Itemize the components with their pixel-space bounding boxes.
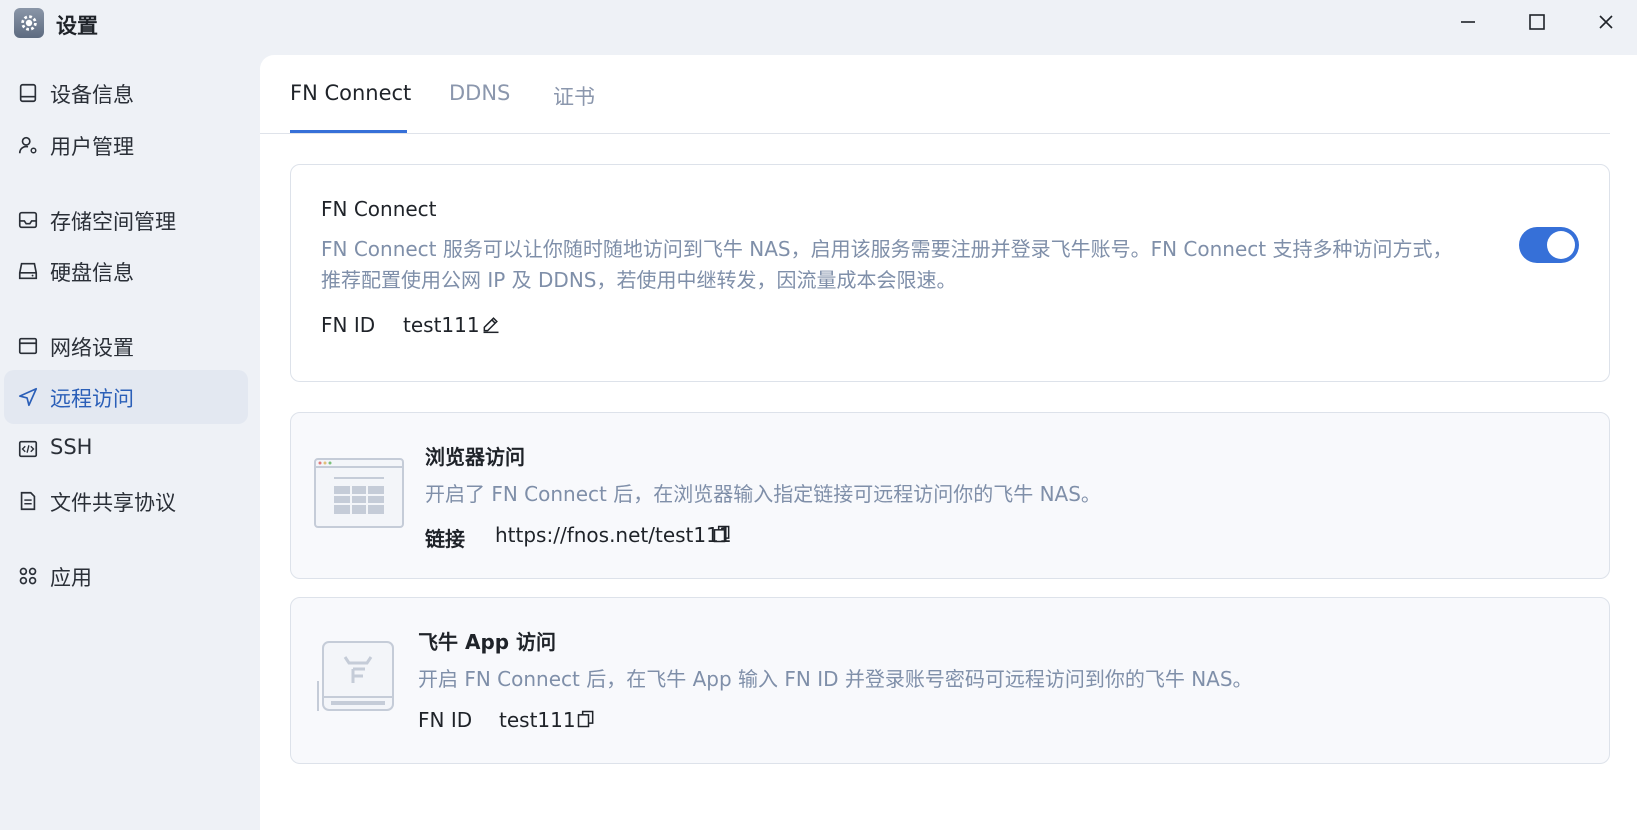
minimize-button[interactable] — [1448, 6, 1488, 38]
code-icon — [16, 437, 40, 461]
maximize-icon — [1529, 14, 1545, 30]
sidebar-item-label: 设备信息 — [50, 83, 134, 107]
window-title: 设置 — [56, 14, 98, 38]
close-button[interactable] — [1586, 6, 1626, 38]
tab-fn-connect[interactable]: FN Connect — [290, 81, 411, 105]
sidebar-item-device-info[interactable]: 设备信息 — [4, 66, 248, 120]
fn-connect-card: FN Connect FN Connect 服务可以让你随时随地访问到飞牛 NA… — [290, 164, 1610, 382]
user-gear-icon — [16, 133, 40, 157]
monitor-icon — [16, 81, 40, 105]
document-icon — [16, 489, 40, 513]
app-fn-id-value: test111 — [499, 708, 576, 732]
sidebar-item-label: 硬盘信息 — [50, 261, 134, 285]
link-label: 链接 — [425, 527, 465, 551]
fn-connect-toggle[interactable] — [1519, 227, 1579, 263]
browser-illustration-icon — [314, 458, 404, 532]
link-value[interactable]: https://fnos.net/test111 — [495, 523, 732, 547]
gear-icon — [14, 8, 44, 38]
tab-ddns[interactable]: DDNS — [449, 81, 510, 105]
sidebar-item-network[interactable]: 网络设置 — [4, 319, 248, 373]
sidebar-item-label: 远程访问 — [50, 387, 134, 411]
toggle-knob — [1547, 231, 1575, 259]
sidebar-item-label: 文件共享协议 — [50, 491, 176, 515]
active-tab-indicator — [290, 130, 407, 133]
main-panel: FN Connect DDNS 证书 FN Connect FN Connect… — [260, 55, 1637, 830]
app-access-card: 飞牛 App 访问 开启 FN Connect 后，在飞牛 App 输入 FN … — [290, 597, 1610, 764]
sidebar-item-label: 存储空间管理 — [50, 210, 176, 234]
browser-access-card: 浏览器访问 开启了 FN Connect 后，在浏览器输入指定链接可远程访问你的… — [290, 412, 1610, 579]
browser-access-title: 浏览器访问 — [425, 445, 525, 469]
sidebar-item-label: SSH — [50, 435, 93, 459]
app-access-title: 飞牛 App 访问 — [418, 630, 557, 654]
sidebar-item-label: 应用 — [50, 566, 92, 590]
tab-certificate[interactable]: 证书 — [553, 81, 595, 111]
nas-device-illustration-icon — [317, 641, 397, 717]
sidebar-item-disk-info[interactable]: 硬盘信息 — [4, 244, 248, 298]
sidebar-item-user-management[interactable]: 用户管理 — [4, 118, 248, 172]
app-fn-id-label: FN ID — [418, 708, 473, 732]
app-access-description: 开启 FN Connect 后，在飞牛 App 输入 FN ID 并登录账号密码… — [418, 667, 1253, 691]
sidebar-item-ssh[interactable]: SSH — [4, 422, 248, 476]
sidebar-item-file-sharing[interactable]: 文件共享协议 — [4, 474, 248, 528]
sidebar-item-remote-access[interactable]: 远程访问 — [4, 370, 248, 424]
sidebar-item-label: 用户管理 — [50, 135, 134, 159]
sidebar-item-apps[interactable]: 应用 — [4, 549, 248, 603]
sidebar-item-storage[interactable]: 存储空间管理 — [4, 193, 248, 247]
fn-connect-description-line2: 推荐配置使用公网 IP 及 DDNS，若使用中继转发，因流量成本会限速。 — [321, 268, 957, 292]
title-bar: 设置 — [0, 0, 1637, 46]
minimize-icon — [1461, 21, 1475, 23]
copy-link-icon[interactable] — [711, 523, 733, 545]
edit-icon[interactable] — [480, 313, 502, 335]
inbox-icon — [16, 208, 40, 232]
copy-id-icon[interactable] — [575, 708, 597, 730]
send-icon — [16, 385, 40, 409]
fn-connect-description-line1: FN Connect 服务可以让你随时随地访问到飞牛 NAS，启用该服务需要注册… — [321, 237, 1453, 261]
fn-id-value: test111 — [403, 313, 480, 337]
browser-access-description: 开启了 FN Connect 后，在浏览器输入指定链接可远程访问你的飞牛 NAS… — [425, 482, 1101, 506]
maximize-button[interactable] — [1517, 6, 1557, 38]
fn-connect-title: FN Connect — [321, 197, 437, 221]
sidebar-item-label: 网络设置 — [50, 336, 134, 360]
tab-bar: FN Connect DDNS 证书 — [260, 55, 1610, 134]
close-icon — [1599, 15, 1613, 29]
window-icon — [16, 334, 40, 358]
fn-id-label: FN ID — [321, 313, 376, 337]
drive-icon — [16, 259, 40, 283]
apps-icon — [16, 564, 40, 588]
